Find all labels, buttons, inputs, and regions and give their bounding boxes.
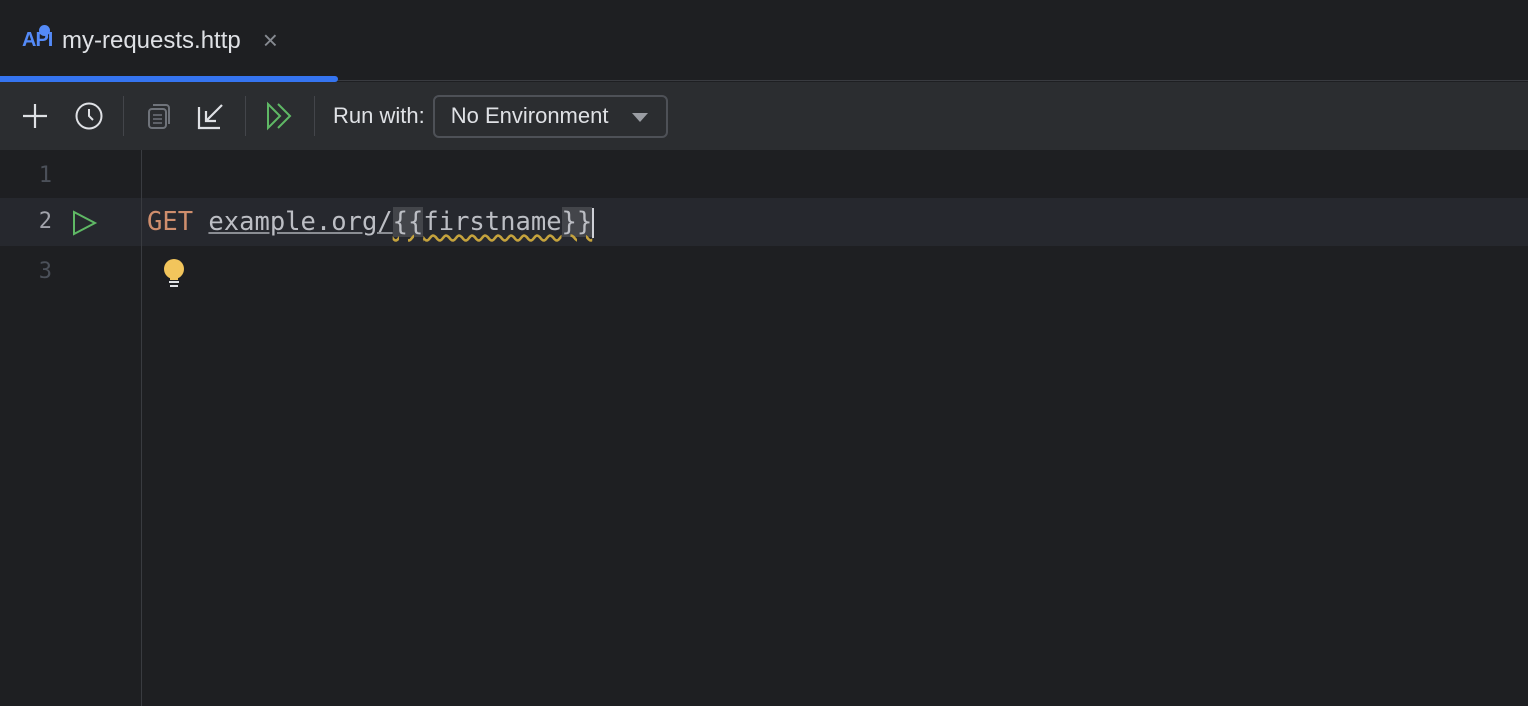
environment-select[interactable]: No Environment <box>433 95 668 138</box>
text-cursor <box>592 208 594 238</box>
http-toolbar: Run with: No Environment <box>0 82 1528 150</box>
http-method: GET <box>147 207 193 237</box>
run-request-icon[interactable] <box>72 210 98 236</box>
plus-icon <box>21 102 49 130</box>
line-number: 1 <box>0 152 52 200</box>
editor-line: 3 <box>0 248 1528 296</box>
tab-bar: API my-requests.http × <box>0 0 1528 81</box>
copy-icon <box>145 102 173 130</box>
gutter-divider <box>141 150 142 706</box>
close-braces: }} <box>562 207 593 237</box>
clock-icon <box>74 101 104 131</box>
tab-label: my-requests.http <box>62 27 241 55</box>
run-all-icon <box>265 101 295 131</box>
divider <box>245 96 246 136</box>
request-url[interactable]: example.org/ <box>208 207 392 237</box>
api-file-icon: API <box>22 29 54 52</box>
run-all-button[interactable] <box>262 98 298 134</box>
run-with-label: Run with: <box>333 103 425 129</box>
tab-my-requests[interactable]: API my-requests.http × <box>0 0 338 81</box>
request-line: GET example.org/{{firstname}} <box>147 198 594 246</box>
history-button[interactable] <box>71 98 107 134</box>
editor-line-current: 2 GET example.org/{{firstname}} <box>0 198 1528 246</box>
variable-name: firstname <box>423 207 561 237</box>
code-editor[interactable]: 1 2 GET example.org/{{firstname}} 3 <box>0 150 1528 706</box>
editor-line: 1 <box>0 152 1528 200</box>
close-tab-icon[interactable]: × <box>263 25 278 56</box>
add-request-button[interactable] <box>17 98 53 134</box>
open-braces: {{ <box>393 207 424 237</box>
divider <box>123 96 124 136</box>
space <box>193 207 208 237</box>
import-button[interactable] <box>193 98 229 134</box>
line-number: 3 <box>0 248 52 296</box>
copy-button[interactable] <box>141 98 177 134</box>
import-arrow-icon <box>196 101 226 131</box>
line-number: 2 <box>0 198 52 246</box>
chevron-down-icon <box>632 113 648 122</box>
lightbulb-icon[interactable] <box>162 258 186 290</box>
divider <box>314 96 315 136</box>
environment-value: No Environment <box>451 103 609 129</box>
